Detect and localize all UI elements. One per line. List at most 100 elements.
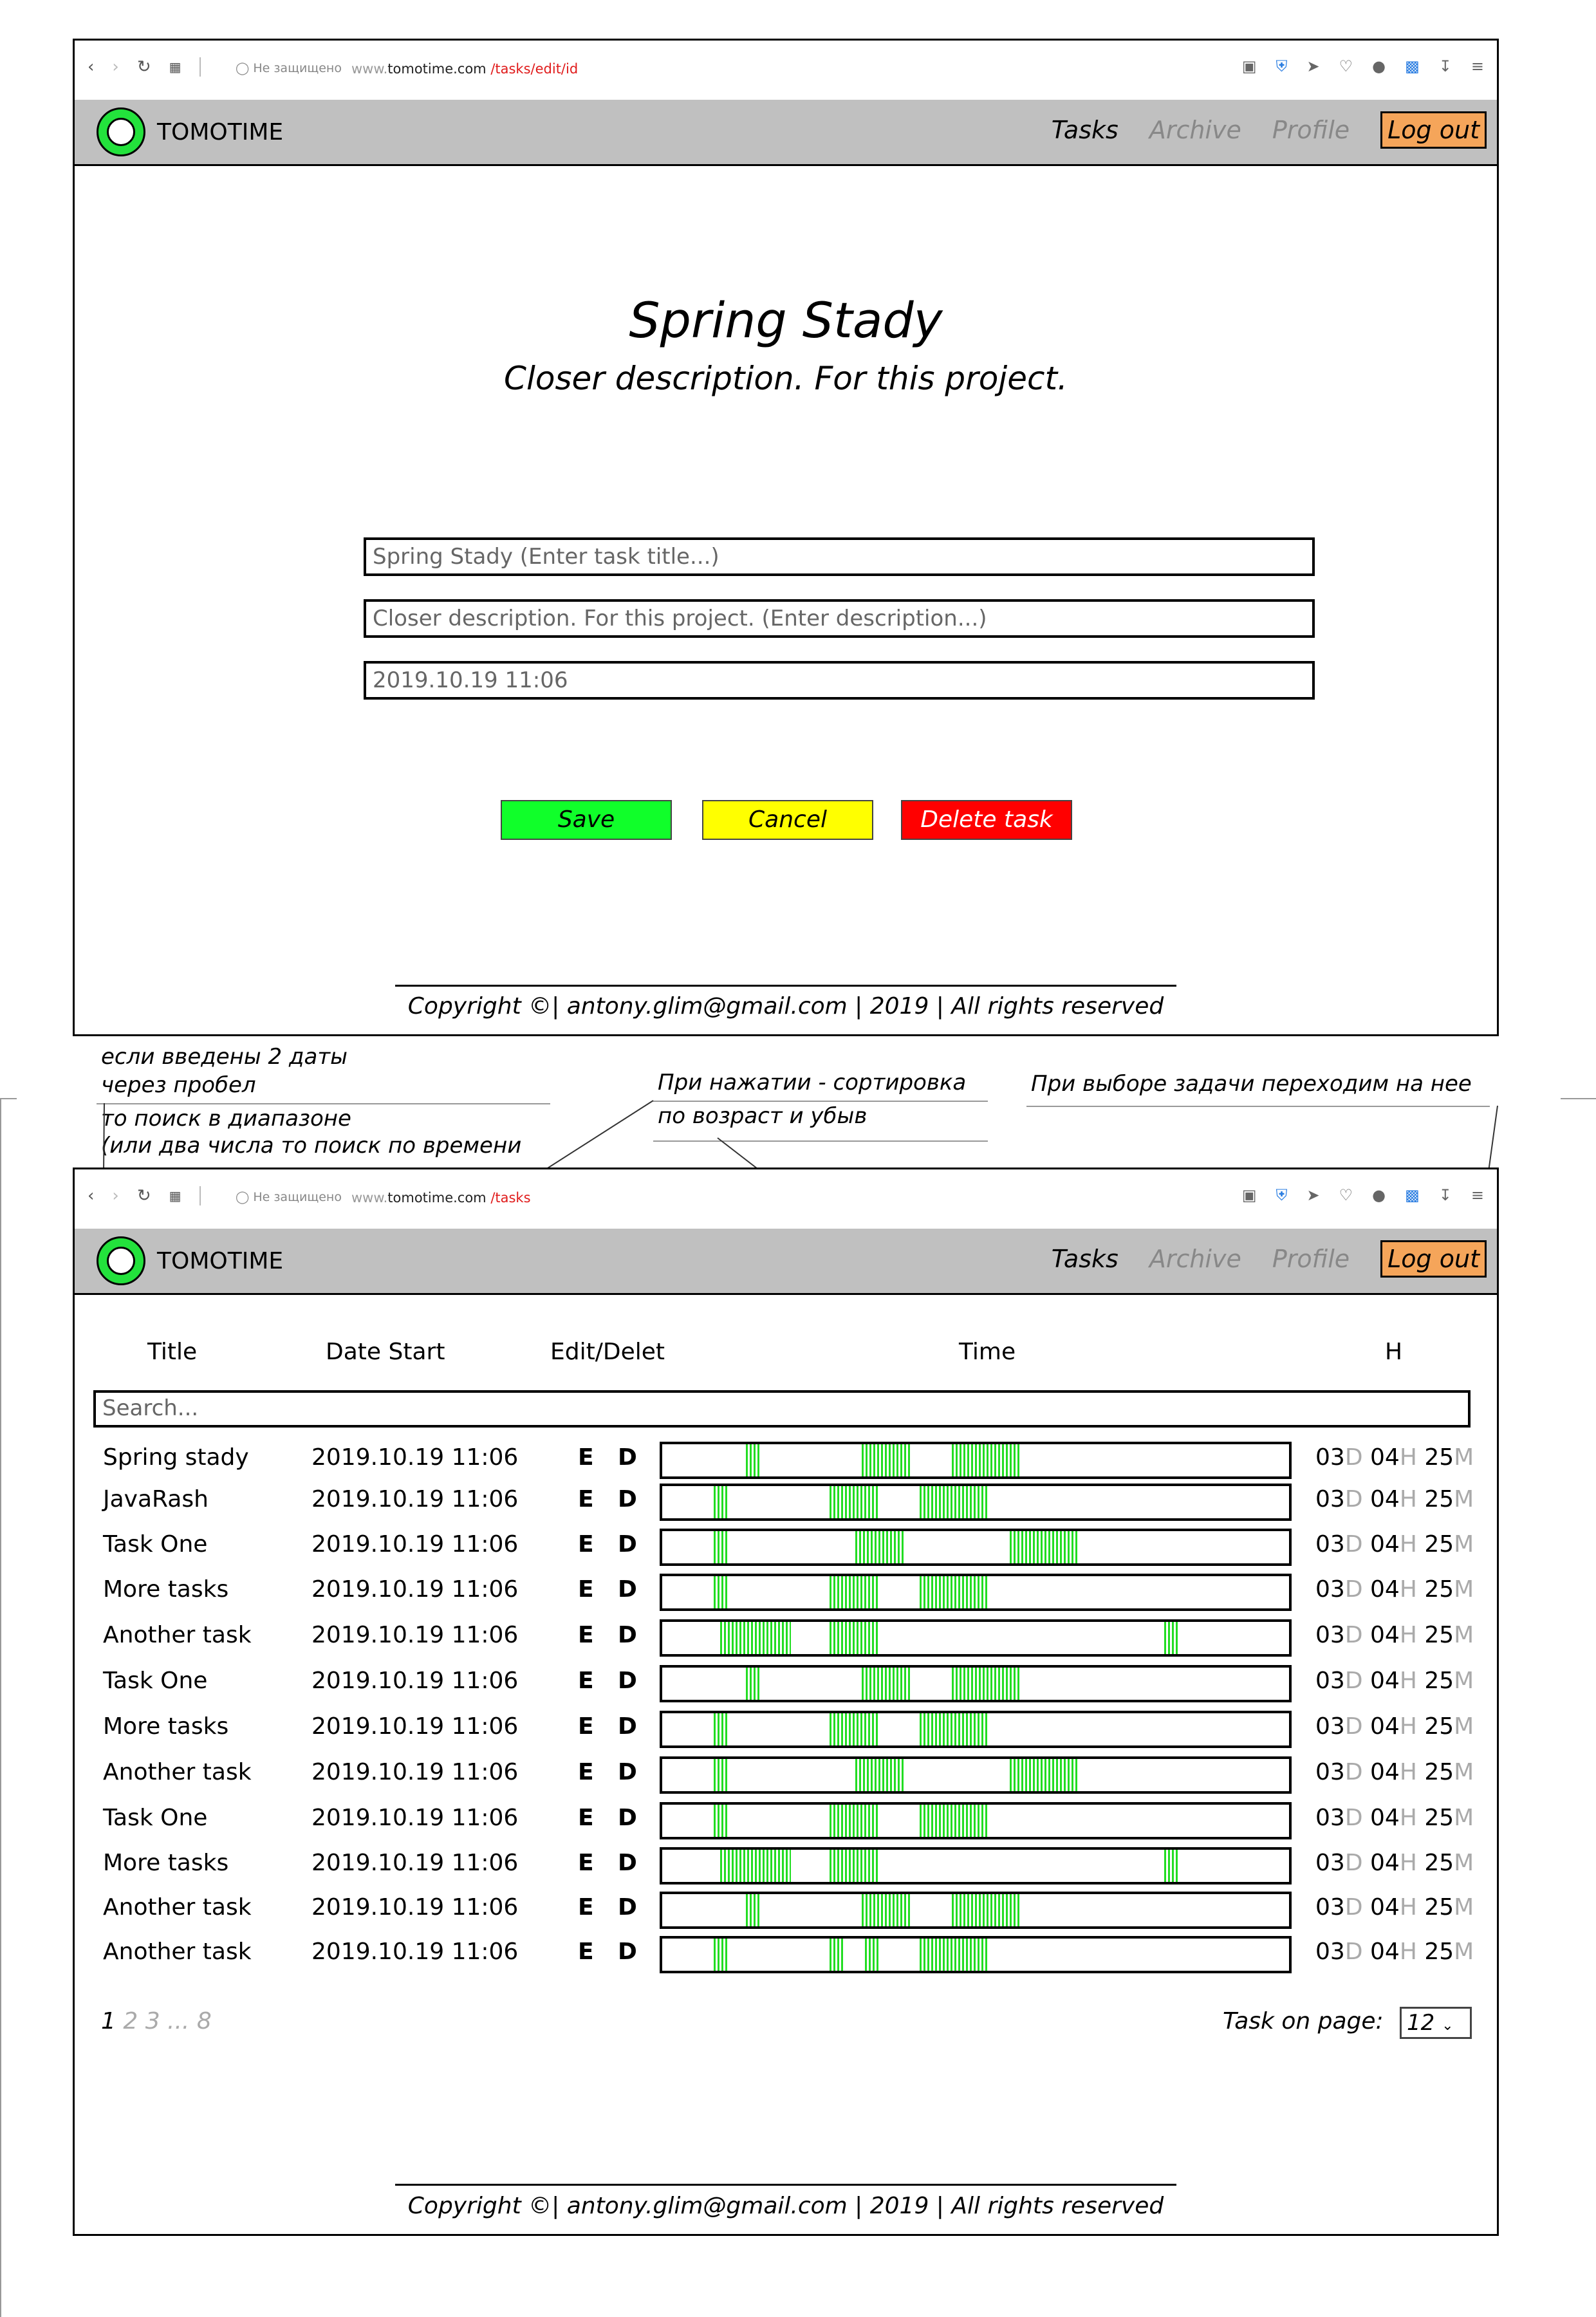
nav-tasks[interactable]: Tasks — [1052, 1245, 1118, 1273]
delete-button[interactable]: D — [618, 1894, 637, 1921]
row-title[interactable]: Another task — [103, 1894, 252, 1921]
tabs-grid-icon[interactable]: ▦ — [169, 59, 181, 75]
table-row[interactable]: Task One 2019.10.19 11:06 E D 03D 04H 25M — [0, 1665, 1596, 1705]
logout-button[interactable]: Log out — [1380, 1240, 1487, 1278]
column-header-time[interactable]: Time — [959, 1339, 1016, 1365]
menu-icon[interactable]: ≡ — [1471, 57, 1484, 75]
row-title[interactable]: Another task — [103, 1759, 252, 1785]
send-icon[interactable]: ➤ — [1307, 1186, 1320, 1204]
table-row[interactable]: More tasks 2019.10.19 11:06 E D 03D 04H 25M — [0, 1711, 1596, 1751]
table-row[interactable]: More tasks 2019.10.19 11:06 E D 03D 04H 25M — [0, 1847, 1596, 1887]
security-indicator[interactable]: ◯ Не защищено — [236, 61, 342, 75]
row-title[interactable]: Task One — [103, 1805, 207, 1831]
delete-button[interactable]: D — [618, 1576, 637, 1603]
delete-button[interactable]: D — [618, 1805, 637, 1831]
delete-button[interactable]: D — [618, 1486, 637, 1512]
table-row[interactable]: Another task 2019.10.19 11:06 E D 03D 04H 25… — [0, 1619, 1596, 1659]
column-header-title[interactable]: Title — [147, 1339, 197, 1365]
translate-icon[interactable]: ▩ — [1405, 57, 1420, 75]
nav-profile[interactable]: Profile — [1272, 116, 1350, 144]
page-links[interactable]: 2 3 ... 8 — [116, 2008, 211, 2034]
edit-button[interactable]: E — [578, 1531, 594, 1558]
delete-button[interactable]: D — [618, 1531, 637, 1558]
column-header-h[interactable]: H — [1385, 1339, 1402, 1365]
table-row[interactable]: Another task 2019.10.19 11:06 E D 03D 04H 25… — [0, 1892, 1596, 1931]
edit-button[interactable]: E — [578, 1850, 594, 1876]
nav-archive[interactable]: Archive — [1149, 116, 1241, 144]
page-current[interactable]: 1 — [101, 2008, 116, 2034]
menu-icon[interactable]: ≡ — [1471, 1186, 1484, 1204]
nav-profile[interactable]: Profile — [1272, 1245, 1350, 1273]
brand-name[interactable]: TOMOTIME — [157, 119, 283, 145]
edit-button[interactable]: E — [578, 1486, 594, 1512]
heart-icon[interactable]: ♡ — [1339, 57, 1353, 75]
delete-button[interactable]: D — [618, 1759, 637, 1785]
address-bar[interactable]: www.tomotime.com /tasks — [351, 1190, 531, 1205]
delete-task-button[interactable]: Delete task — [901, 800, 1072, 840]
tabs-grid-icon[interactable]: ▦ — [169, 1188, 181, 1204]
delete-button[interactable]: D — [618, 1850, 637, 1876]
row-title[interactable]: JavaRash — [103, 1486, 209, 1512]
reload-icon[interactable]: ↻ — [137, 57, 151, 77]
row-title[interactable]: Task One — [103, 1668, 207, 1694]
table-row[interactable]: More tasks 2019.10.19 11:06 E D 03D 04H 25M — [0, 1574, 1596, 1614]
row-title[interactable]: Another task — [103, 1622, 252, 1648]
edit-button[interactable]: E — [578, 1805, 594, 1831]
back-icon[interactable]: ‹ — [88, 1186, 94, 1205]
send-icon[interactable]: ➤ — [1307, 57, 1320, 75]
nav-tasks[interactable]: Tasks — [1052, 116, 1118, 144]
row-title[interactable]: Another task — [103, 1939, 252, 1965]
address-bar[interactable]: www.tomotime.com /tasks/edit/id — [351, 61, 578, 77]
shield-icon[interactable]: ⛨ — [1276, 1186, 1288, 1204]
back-icon[interactable]: ‹ — [88, 57, 94, 77]
edit-button[interactable]: E — [578, 1894, 594, 1921]
row-title[interactable]: More tasks — [103, 1850, 228, 1876]
column-header-date[interactable]: Date Start — [326, 1339, 445, 1365]
task-date-input[interactable]: 2019.10.19 11:06 — [364, 661, 1315, 700]
nav-archive[interactable]: Archive — [1149, 1245, 1241, 1273]
tomato-logo-icon[interactable] — [97, 107, 145, 156]
heart-icon[interactable]: ♡ — [1339, 1186, 1353, 1204]
download-icon[interactable]: ↧ — [1439, 57, 1452, 75]
task-description-input[interactable]: Closer description. For this project. (E… — [364, 599, 1315, 638]
save-button[interactable]: Save — [501, 800, 672, 840]
logout-button[interactable]: Log out — [1380, 111, 1487, 149]
delete-button[interactable]: D — [618, 1939, 637, 1965]
edit-button[interactable]: E — [578, 1713, 594, 1740]
search-input[interactable]: Search... — [93, 1390, 1471, 1428]
shield-icon[interactable]: ⛨ — [1276, 57, 1288, 75]
globe-icon[interactable]: ● — [1372, 57, 1386, 75]
table-row[interactable]: Task One 2019.10.19 11:06 E D 03D 04H 25M — [0, 1802, 1596, 1842]
edit-button[interactable]: E — [578, 1444, 594, 1471]
table-row[interactable]: JavaRash 2019.10.19 11:06 E D 03D 04H 25M — [0, 1484, 1596, 1523]
globe-icon[interactable]: ● — [1372, 1186, 1386, 1204]
delete-button[interactable]: D — [618, 1444, 637, 1471]
row-title[interactable]: Task One — [103, 1531, 207, 1558]
row-title[interactable]: Spring stady — [103, 1444, 249, 1471]
edit-button[interactable]: E — [578, 1759, 594, 1785]
row-title[interactable]: More tasks — [103, 1576, 228, 1603]
forward-icon[interactable]: › — [112, 57, 118, 77]
table-row[interactable]: Spring stady 2019.10.19 11:06 E D 03D 04H 25… — [0, 1442, 1596, 1482]
edit-button[interactable]: E — [578, 1668, 594, 1694]
translate-icon[interactable]: ▩ — [1405, 1186, 1420, 1204]
table-row[interactable]: Another task 2019.10.19 11:06 E D 03D 04H 25… — [0, 1756, 1596, 1796]
forward-icon[interactable]: › — [112, 1186, 118, 1205]
table-row[interactable]: Task One 2019.10.19 11:06 E D 03D 04H 25M — [0, 1529, 1596, 1568]
security-indicator[interactable]: ◯ Не защищено — [236, 1190, 342, 1204]
delete-button[interactable]: D — [618, 1713, 637, 1740]
delete-button[interactable]: D — [618, 1668, 637, 1694]
cancel-button[interactable]: Cancel — [702, 800, 873, 840]
brand-name[interactable]: TOMOTIME — [157, 1248, 283, 1274]
edit-button[interactable]: E — [578, 1939, 594, 1965]
edit-button[interactable]: E — [578, 1622, 594, 1648]
camera-icon[interactable]: ▣ — [1242, 1186, 1257, 1204]
camera-icon[interactable]: ▣ — [1242, 57, 1257, 75]
row-title[interactable]: More tasks — [103, 1713, 228, 1740]
edit-button[interactable]: E — [578, 1576, 594, 1603]
download-icon[interactable]: ↧ — [1439, 1186, 1452, 1204]
delete-button[interactable]: D — [618, 1622, 637, 1648]
tasks-per-page-select[interactable]: 12 ⌄ — [1400, 2007, 1472, 2039]
tomato-logo-icon[interactable] — [97, 1236, 145, 1285]
table-row[interactable]: Another task 2019.10.19 11:06 E D 03D 04H 25… — [0, 1936, 1596, 1976]
